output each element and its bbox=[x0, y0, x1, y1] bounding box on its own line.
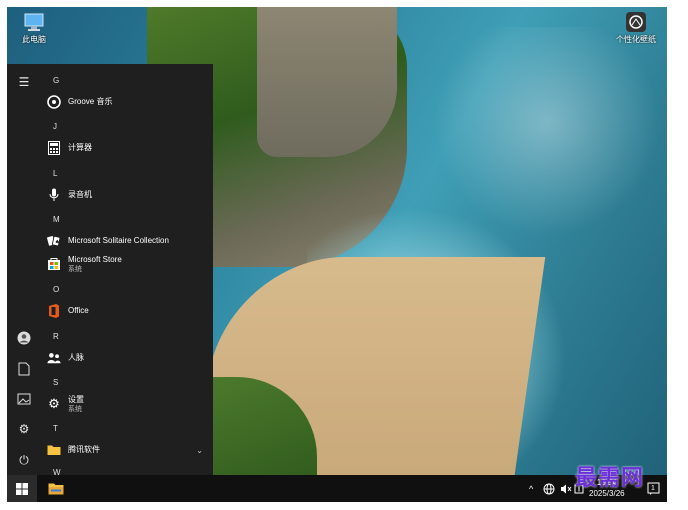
app-solitaire[interactable]: ♠ Microsoft Solitaire Collection bbox=[47, 230, 207, 252]
file-explorer-icon bbox=[48, 483, 64, 495]
office-icon bbox=[47, 304, 61, 318]
app-microsoft-store[interactable]: Microsoft Store 系统 bbox=[47, 253, 207, 275]
start-menu: ☰ ⚙ ⏻ G Groove 音乐 J 计算器 L 录音机 M ♠ Micros… bbox=[7, 64, 213, 475]
app-label: Office bbox=[68, 306, 89, 315]
app-sublabel: 系统 bbox=[68, 265, 82, 273]
groove-icon bbox=[47, 95, 61, 109]
app-office[interactable]: Office bbox=[47, 300, 207, 322]
notification-center-button[interactable]: 1 bbox=[647, 475, 660, 502]
app-label: Microsoft Store bbox=[68, 254, 122, 264]
app-label: 腾讯软件 bbox=[68, 445, 100, 454]
section-letter-r[interactable]: R bbox=[53, 332, 59, 341]
app-settings[interactable]: ⚙ 设置 系统 bbox=[47, 393, 207, 415]
document-icon[interactable] bbox=[16, 361, 32, 377]
network-icon[interactable] bbox=[543, 475, 555, 502]
section-letter-m[interactable]: M bbox=[53, 215, 60, 224]
site-watermark: 最需网 bbox=[575, 465, 645, 491]
chevron-up-icon: ^ bbox=[529, 483, 534, 494]
desktop-icon-label: 个性化壁纸 bbox=[616, 35, 656, 44]
volume-muted-icon[interactable] bbox=[560, 475, 572, 502]
section-letter-w[interactable]: W bbox=[53, 468, 61, 475]
file-explorer-taskbar-button[interactable] bbox=[47, 480, 65, 497]
section-letter-o[interactable]: O bbox=[53, 285, 59, 294]
tray-overflow-button[interactable]: ^ bbox=[529, 475, 533, 502]
app-list: G Groove 音乐 J 计算器 L 录音机 M ♠ Microsoft So… bbox=[45, 70, 213, 475]
app-label: Groove 音乐 bbox=[68, 97, 113, 106]
people-icon bbox=[47, 351, 61, 365]
app-label: Microsoft Solitaire Collection bbox=[68, 236, 169, 245]
app-label: 人脉 bbox=[68, 353, 84, 362]
cards-icon: ♠ bbox=[47, 234, 61, 248]
section-letter-g[interactable]: G bbox=[53, 76, 59, 85]
section-letter-s[interactable]: S bbox=[53, 378, 58, 387]
desktop-icon-label: 此电脑 bbox=[22, 35, 46, 44]
wallpaper-cliff-rock bbox=[257, 7, 397, 157]
hamburger-icon[interactable]: ☰ bbox=[16, 74, 32, 90]
user-icon[interactable] bbox=[16, 330, 32, 346]
app-label: 录音机 bbox=[68, 190, 92, 199]
desktop-icon-wallpaper[interactable]: 个性化壁纸 bbox=[608, 12, 664, 45]
windows-icon bbox=[16, 482, 28, 495]
app-groove[interactable]: Groove 音乐 bbox=[47, 91, 207, 113]
app-voice-recorder[interactable]: 录音机 bbox=[47, 184, 207, 206]
app-folder-tencent[interactable]: 腾讯软件 ⌄ bbox=[47, 439, 207, 461]
power-icon[interactable]: ⏻ bbox=[16, 452, 32, 468]
wallpaper-sea-glint bbox=[427, 27, 667, 267]
calculator-icon bbox=[47, 141, 61, 155]
start-button[interactable] bbox=[7, 475, 37, 502]
taskbar: ^ 10:54 2025/3/26 1 bbox=[7, 475, 667, 502]
folder-icon bbox=[47, 443, 61, 457]
wallpaper-icon bbox=[625, 12, 647, 32]
gear-icon: ⚙ bbox=[48, 396, 60, 411]
computer-icon bbox=[23, 12, 45, 32]
section-letter-l[interactable]: L bbox=[53, 169, 57, 178]
section-letter-t[interactable]: T bbox=[53, 424, 58, 433]
chevron-down-icon[interactable]: ⌄ bbox=[196, 446, 203, 455]
section-letter-j[interactable]: J bbox=[53, 122, 57, 131]
start-rail: ☰ ⚙ ⏻ bbox=[7, 64, 41, 475]
app-label: 设置 bbox=[68, 394, 84, 404]
notification-count: 1 bbox=[651, 485, 655, 492]
svg-text:♠: ♠ bbox=[55, 240, 60, 246]
pictures-icon[interactable] bbox=[16, 391, 32, 407]
app-people[interactable]: 人脉 bbox=[47, 347, 207, 369]
app-label: 计算器 bbox=[68, 143, 92, 152]
desktop-icon-this-pc[interactable]: 此电脑 bbox=[6, 12, 62, 45]
settings-icon[interactable]: ⚙ bbox=[16, 421, 32, 437]
microphone-icon bbox=[47, 188, 61, 202]
app-calculator[interactable]: 计算器 bbox=[47, 137, 207, 159]
store-icon bbox=[47, 257, 61, 271]
app-sublabel: 系统 bbox=[68, 405, 82, 413]
